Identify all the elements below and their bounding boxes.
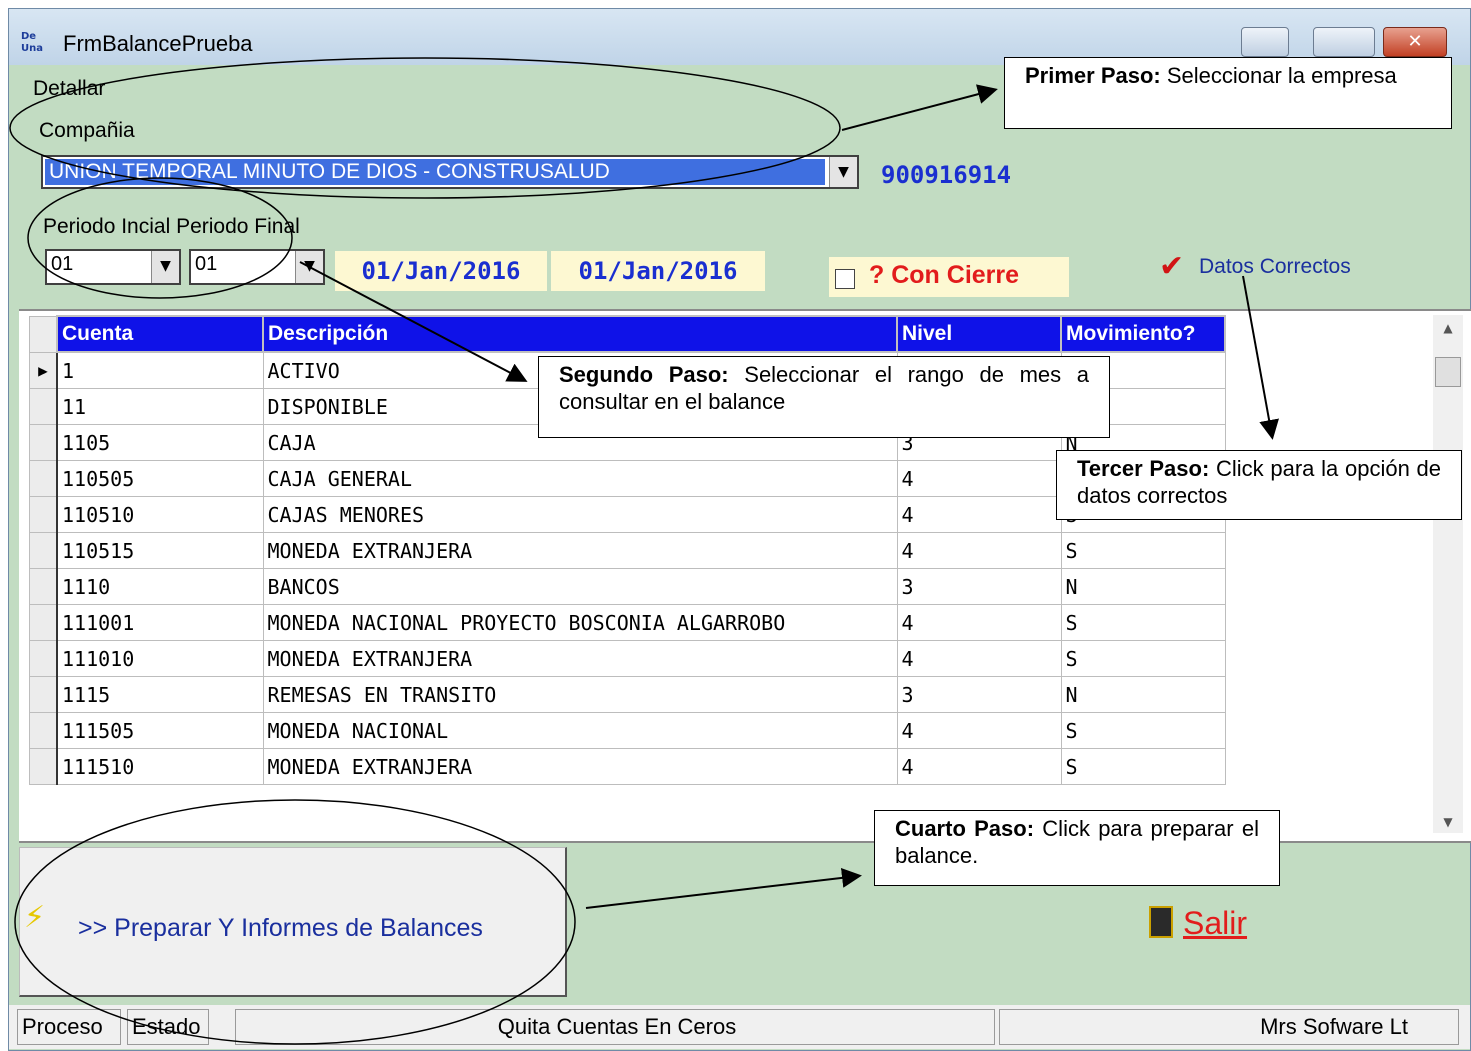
callout-primer-text: Seleccionar la empresa <box>1160 63 1397 88</box>
callout-tercer-paso: Tercer Paso: Click para la opción de dat… <box>1056 450 1462 520</box>
callout-tercer-title: Tercer Paso: <box>1077 456 1210 481</box>
annotation-overlay <box>9 57 1279 1045</box>
arrow-segundo <box>299 261 528 382</box>
highlight-ellipse-preparar <box>14 799 576 1045</box>
callout-segundo-title: Segundo Paso: <box>559 362 729 387</box>
arrow-cuarto <box>585 867 862 909</box>
callout-cuarto-paso: Cuarto Paso: Click para preparar el bala… <box>874 810 1280 886</box>
callout-cuarto-title: Cuarto Paso: <box>895 816 1035 841</box>
callout-primer-title: Primer Paso: <box>1025 63 1161 88</box>
arrow-primer <box>841 84 998 131</box>
callout-segundo-paso: Segundo Paso: Seleccionar el rango de me… <box>538 356 1110 438</box>
highlight-ellipse-company <box>9 57 841 199</box>
arrow-tercer <box>1242 275 1279 440</box>
callout-primer-paso: Primer Paso: Seleccionar la empresa <box>1004 57 1452 129</box>
highlight-ellipse-period <box>27 177 293 299</box>
